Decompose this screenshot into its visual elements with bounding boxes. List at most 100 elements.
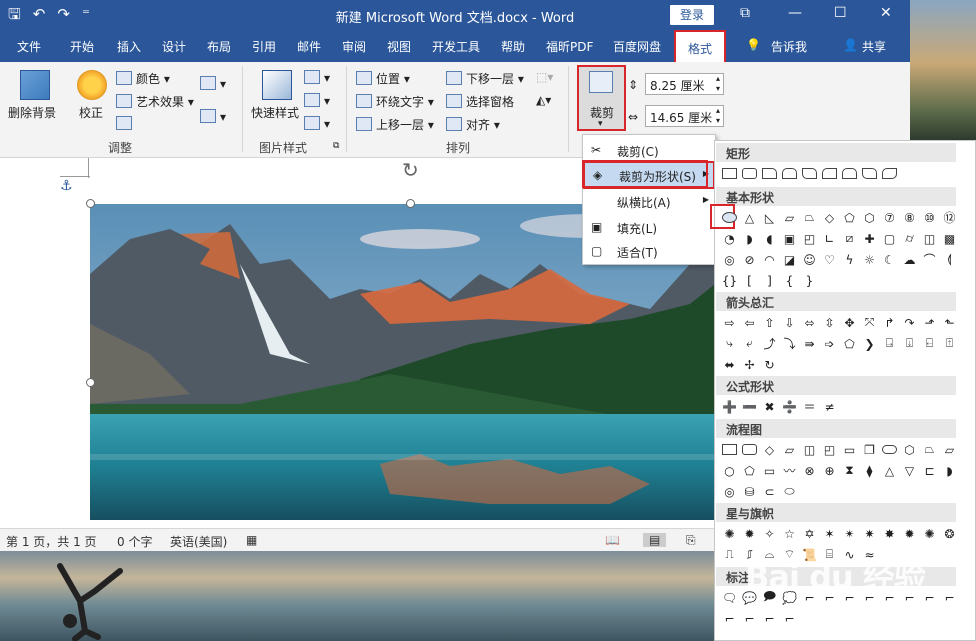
color-button[interactable]: 颜色 ▾	[116, 70, 170, 87]
rotate-icon[interactable]: ◭▾	[536, 93, 551, 107]
folded-corner-shape[interactable]: ◪	[781, 251, 798, 268]
close-icon[interactable]: ✕	[880, 5, 892, 21]
tab-baidu-netdisk[interactable]: 百度网盘	[613, 38, 661, 55]
lightning-bolt-shape[interactable]: ϟ	[841, 251, 858, 268]
menu-item-crop[interactable]: ✂ 裁剪(C)	[583, 138, 715, 162]
tab-layout[interactable]: 布局	[207, 38, 231, 55]
equal-shape[interactable]: ＝	[801, 398, 818, 415]
chevron-shape[interactable]: ❯	[861, 335, 878, 352]
correction-icon[interactable]	[77, 70, 107, 100]
manual-input-shape[interactable]: ⏢	[921, 441, 938, 458]
left-brace-shape[interactable]: {	[781, 272, 798, 289]
pie-shape[interactable]: ◔	[721, 230, 738, 247]
display-shape[interactable]: ⬭	[781, 483, 798, 500]
dodecagon-shape[interactable]: ⑫	[941, 209, 958, 226]
bent-up-arrow-shape[interactable]: ⬑	[941, 314, 958, 331]
u-turn-arrow-shape[interactable]: ↷	[901, 314, 918, 331]
data-shape[interactable]: ▱	[781, 441, 798, 458]
tab-mailings[interactable]: 邮件	[297, 38, 321, 55]
decagon-shape[interactable]: ⑩	[921, 209, 938, 226]
striped-right-arrow-shape[interactable]: ⇛	[801, 335, 818, 352]
decision-shape[interactable]: ◇	[761, 441, 778, 458]
right-brace-shape[interactable]: }	[801, 272, 818, 289]
customize-qat-icon[interactable]: ⁼	[82, 5, 90, 23]
bent-arrow-shape[interactable]: ↱	[881, 314, 898, 331]
up-arrow-shape[interactable]: ⇧	[761, 314, 778, 331]
star-32-shape[interactable]: ❂	[941, 525, 958, 542]
bevel-shape[interactable]: ▩	[941, 230, 958, 247]
right-arrow-shape[interactable]: ⇨	[721, 314, 738, 331]
magnetic-disk-shape[interactable]: ⛁	[741, 483, 758, 500]
print-layout-icon[interactable]: ▤	[643, 533, 667, 547]
predefined-process-shape[interactable]: ◫	[801, 441, 818, 458]
left-right-arrow-callout-shape[interactable]: ⬌	[721, 356, 738, 373]
moon-shape[interactable]: ☾	[881, 251, 898, 268]
left-right-up-arrow-shape[interactable]: ⤧	[861, 314, 878, 331]
picture-border-icon[interactable]: ▾	[304, 70, 330, 85]
rectangle-shape[interactable]	[721, 165, 738, 182]
round-corner-rectangle-shape[interactable]	[861, 165, 878, 182]
hexagon-shape[interactable]: ⬡	[861, 209, 878, 226]
delay-shape[interactable]: ◗	[941, 462, 958, 479]
login-button[interactable]: 登录	[670, 5, 714, 25]
selection-pane-button[interactable]: 选择窗格	[446, 93, 514, 110]
pentagon-arrow-shape[interactable]: ⬠	[841, 335, 858, 352]
group-objects-icon[interactable]: ⬚▾	[536, 70, 553, 84]
accent-callout-shape[interactable]: ⌐	[721, 610, 738, 627]
up-down-arrow-shape[interactable]: ⇳	[821, 314, 838, 331]
tab-design[interactable]: 设计	[162, 38, 186, 55]
multiply-shape[interactable]: ✖	[761, 398, 778, 415]
minus-shape[interactable]: ➖	[741, 398, 758, 415]
curved-down-arrow-shape[interactable]: ⤵	[781, 335, 798, 352]
or-shape[interactable]: ⊕	[821, 462, 838, 479]
oval-shape[interactable]	[721, 209, 738, 226]
l-shape[interactable]: ∟	[821, 230, 838, 247]
crop-button[interactable]: 裁剪 ▾	[577, 65, 626, 131]
block-arc-shape[interactable]: ◠	[761, 251, 778, 268]
reset-picture-icon[interactable]: ▾	[200, 109, 226, 124]
curved-left-arrow-shape[interactable]: ⤶	[741, 335, 758, 352]
merge-shape[interactable]: ▽	[901, 462, 918, 479]
width-input[interactable]: 14.65 厘米 ▴ ▾	[645, 105, 724, 127]
round-corner-rectangle-shape[interactable]	[841, 165, 858, 182]
explosion-shape[interactable]: ✹	[741, 525, 758, 542]
direct-access-storage-shape[interactable]: ⊂	[761, 483, 778, 500]
resize-handle-top-middle[interactable]	[406, 199, 415, 208]
save-icon[interactable]: 🖫	[8, 5, 21, 23]
card-shape[interactable]: ▭	[761, 462, 778, 479]
pentagon-shape[interactable]: ⬠	[841, 209, 858, 226]
left-bracket-shape[interactable]: [	[741, 272, 758, 289]
correction-button[interactable]: 校正	[79, 104, 103, 121]
art-effect-button[interactable]: 艺术效果 ▾	[116, 93, 194, 110]
cloud-shape[interactable]: ☁	[901, 251, 918, 268]
left-arrow-shape[interactable]: ⇦	[741, 314, 758, 331]
tab-format[interactable]: 格式	[674, 30, 727, 62]
bring-forward-button[interactable]: 上移一层 ▾	[356, 116, 434, 133]
process-shape[interactable]	[721, 441, 738, 458]
minimize-icon[interactable]: —	[788, 5, 802, 21]
down-arrow-callout-shape[interactable]: ⍗	[901, 335, 918, 352]
no-symbol-shape[interactable]: ⊘	[741, 251, 758, 268]
tab-view[interactable]: 视图	[387, 38, 411, 55]
macro-icon[interactable]: ▦	[246, 533, 257, 547]
menu-item-fill[interactable]: ▣ 填充(L)	[583, 215, 715, 239]
send-backward-button[interactable]: 下移一层 ▾	[446, 70, 524, 87]
star-10-shape[interactable]: ✷	[861, 525, 878, 542]
heptagon-shape[interactable]: ⑦	[881, 209, 898, 226]
can-shape[interactable]: ⌭	[901, 230, 918, 247]
document-shape[interactable]: ▭	[841, 441, 858, 458]
snip-rectangle-shape[interactable]	[801, 165, 818, 182]
double-bracket-shape[interactable]: ⟬	[941, 251, 958, 268]
multidocument-shape[interactable]: ❐	[861, 441, 878, 458]
smiley-face-shape[interactable]: ☺	[801, 251, 818, 268]
not-equal-shape[interactable]: ≠	[821, 398, 838, 415]
resize-handle-middle-left[interactable]	[86, 378, 95, 387]
tab-home[interactable]: 开始	[70, 38, 94, 55]
arc-shape[interactable]: ⌒	[921, 251, 938, 268]
round-corner-rectangle-shape[interactable]	[881, 165, 898, 182]
sequential-access-storage-shape[interactable]: ◎	[721, 483, 738, 500]
terminator-shape[interactable]	[881, 441, 898, 458]
tab-review[interactable]: 审阅	[342, 38, 366, 55]
cross-shape[interactable]: ✚	[861, 230, 878, 247]
trapezoid-shape[interactable]: ⏢	[801, 209, 818, 226]
